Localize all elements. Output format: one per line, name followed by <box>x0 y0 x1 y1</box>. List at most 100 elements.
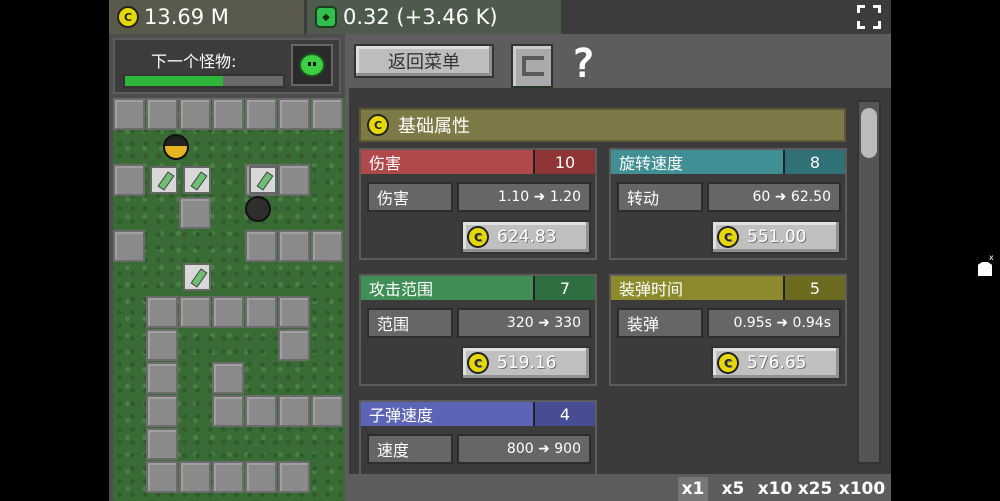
gem-amount: 0.32 (+3.46 K) <box>343 5 498 29</box>
buy-upgrade-button[interactable]: C 576.65 <box>711 346 841 380</box>
gem-icon: ◆ <box>315 6 337 28</box>
multiplier-x25[interactable]: x25 <box>796 477 834 501</box>
path-tile <box>179 296 211 328</box>
path-tile <box>146 428 178 460</box>
stat-name: 攻击范围 <box>361 276 535 300</box>
slime-icon <box>299 53 325 77</box>
path-tile <box>245 461 277 493</box>
path-tile <box>278 329 310 361</box>
coin-icon: C <box>367 114 389 136</box>
stat-label: 伤害 <box>367 182 453 212</box>
stat-name: 伤害 <box>361 150 535 174</box>
buy-upgrade-button[interactable]: C 551.00 <box>711 220 841 254</box>
close-icon[interactable]: x <box>989 253 994 262</box>
next-monster-label: 下一个怪物: <box>151 52 237 71</box>
upgrade-icon[interactable] <box>511 44 553 88</box>
path-tile <box>179 461 211 493</box>
stat-label: 转动 <box>617 182 703 212</box>
back-to-menu-button[interactable]: 返回菜单 <box>354 44 494 78</box>
path-tile <box>278 395 310 427</box>
path-tile <box>146 362 178 394</box>
scrollbar[interactable] <box>857 100 881 464</box>
section-title: 基础属性 <box>398 116 470 137</box>
path-tile <box>212 362 244 394</box>
path-tile <box>212 296 244 328</box>
stat-level: 5 <box>785 276 845 300</box>
path-tile <box>278 164 310 196</box>
stat-value: 60 ➜ 62.50 <box>707 182 841 212</box>
progress-fill <box>125 76 223 86</box>
coin-icon: C <box>467 226 489 248</box>
path-tile <box>311 230 343 262</box>
map-panel: 下一个怪物: <box>109 34 345 501</box>
path-tile <box>212 461 244 493</box>
next-monster-progress <box>123 74 285 88</box>
stats-list[interactable]: C 基础属性 伤害 10 伤害 1.10 ➜ 1.20 C 624.83 旋转速度 8 转动… <box>349 88 891 501</box>
fullscreen-icon[interactable] <box>857 5 881 29</box>
multiplier-x100[interactable]: x100 <box>838 477 886 501</box>
tower[interactable] <box>183 263 211 291</box>
scrollbar-thumb[interactable] <box>861 108 877 158</box>
upgrade-panel: 返回菜单 7 ? C 基础属性 伤害10 伤害1.10 ➜ 1.20C624.8… <box>349 34 891 501</box>
path-tile <box>245 98 277 130</box>
path-tile <box>278 230 310 262</box>
path-tile <box>311 98 343 130</box>
coin-icon: C <box>467 352 489 374</box>
stat-value: 0.95s ➜ 0.94s <box>707 308 841 338</box>
stat-name: 子弹速度 <box>361 402 535 426</box>
coin-icon: C <box>117 6 139 28</box>
game-map[interactable] <box>113 98 345 501</box>
stat-level: 7 <box>535 276 595 300</box>
stat-label: 速度 <box>367 434 453 464</box>
path-tile <box>179 197 211 229</box>
path-tile <box>146 296 178 328</box>
coin-counter: C 13.69 M <box>109 0 304 34</box>
stat-name: 旋转速度 <box>611 150 785 174</box>
path-tile <box>278 98 310 130</box>
path-tile <box>113 230 145 262</box>
gem-counter: ◆ 0.32 (+3.46 K) <box>307 0 561 34</box>
next-monster-preview <box>291 44 333 86</box>
stat-value: 800 ➜ 900 <box>457 434 591 464</box>
cat-icon[interactable] <box>978 262 992 276</box>
stat-card: 攻击范围 7 范围 320 ➜ 330 C 519.16 <box>359 274 597 386</box>
stat-value: 320 ➜ 330 <box>457 308 591 338</box>
stat-level: 4 <box>535 402 595 426</box>
tower[interactable] <box>150 166 178 194</box>
tower[interactable] <box>183 166 211 194</box>
path-tile <box>113 164 145 196</box>
game-screen: C 13.69 M ◆ 0.32 (+3.46 K) 下一个怪物: 返回菜单 7… <box>109 0 891 501</box>
multiplier-x5[interactable]: x5 <box>716 477 750 501</box>
path-tile <box>278 461 310 493</box>
path-tile <box>113 98 145 130</box>
coin-amount: 13.69 M <box>144 5 229 29</box>
multiplier-x1[interactable]: x1 <box>678 477 708 501</box>
stat-value: 1.10 ➜ 1.20 <box>457 182 591 212</box>
stat-card: 装弹时间 5 装弹 0.95s ➜ 0.94s C 576.65 <box>609 274 847 386</box>
buy-upgrade-button[interactable]: C 519.16 <box>461 346 591 380</box>
upgrade-cost: 624.83 <box>497 227 557 247</box>
path-tile <box>278 296 310 328</box>
coin-icon: C <box>717 226 739 248</box>
path-tile <box>146 98 178 130</box>
stat-card: 伤害 10 伤害 1.10 ➜ 1.20 C 624.83 <box>359 148 597 260</box>
stat-name: 装弹时间 <box>611 276 785 300</box>
path-tile <box>311 395 343 427</box>
enemy <box>245 196 271 222</box>
coin-icon: C <box>717 352 739 374</box>
path-tile <box>179 98 211 130</box>
multiplier-x10[interactable]: x10 <box>756 477 794 501</box>
path-tile <box>245 395 277 427</box>
path-tile <box>245 296 277 328</box>
path-tile <box>212 98 244 130</box>
tower[interactable] <box>249 166 277 194</box>
buy-upgrade-button[interactable]: C 624.83 <box>461 220 591 254</box>
stat-level: 10 <box>535 150 595 174</box>
path-tile <box>146 395 178 427</box>
help-button[interactable]: ? <box>561 41 605 87</box>
path-tile <box>212 395 244 427</box>
next-monster-box: 下一个怪物: <box>113 38 341 94</box>
currency-bar: C 13.69 M ◆ 0.32 (+3.46 K) <box>109 0 891 34</box>
stat-label: 范围 <box>367 308 453 338</box>
upgrade-cost: 519.16 <box>497 353 557 373</box>
